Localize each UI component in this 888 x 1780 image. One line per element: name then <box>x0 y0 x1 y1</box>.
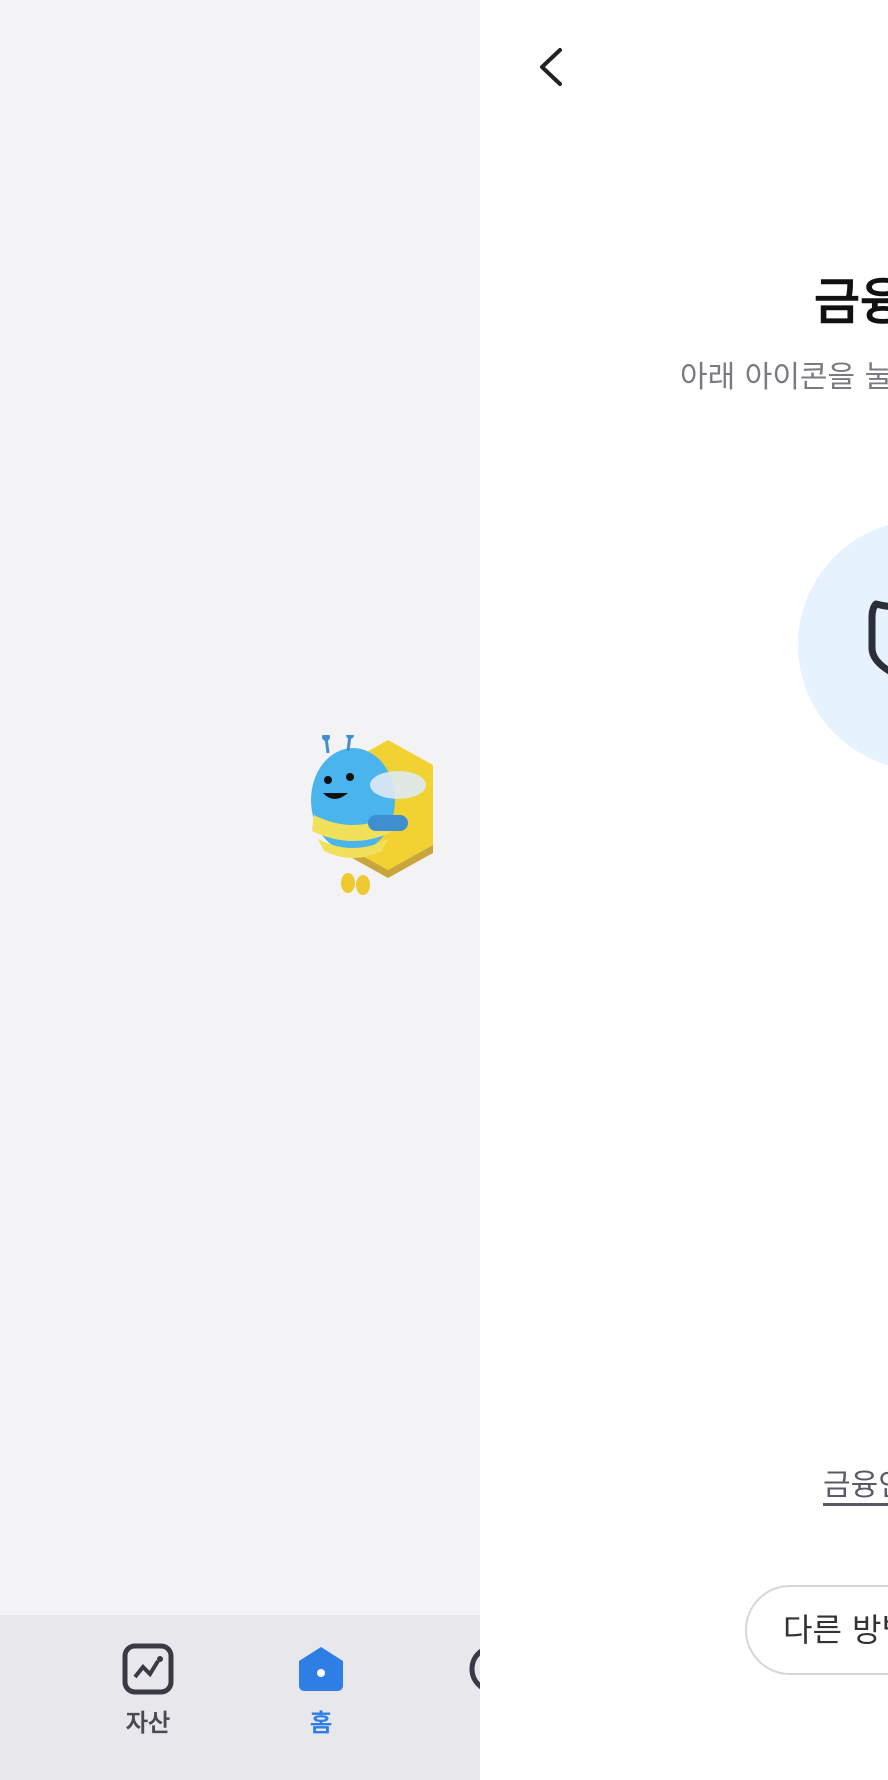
chart-icon <box>122 1643 174 1695</box>
tab-assets[interactable]: 자산 <box>88 1643 208 1738</box>
tab-assets-label: 자산 <box>125 1709 171 1737</box>
other-method-button[interactable]: 다른 방법 <box>745 1585 888 1675</box>
financial-cert-link[interactable]: 금융인 <box>823 1460 888 1504</box>
bee-mascot-image <box>311 735 433 895</box>
shield-icon <box>868 600 888 675</box>
tab-home[interactable]: 홈 <box>261 1643 381 1738</box>
tab-home-label: 홈 <box>309 1709 333 1737</box>
page-title: 금융 <box>814 273 888 331</box>
home-icon <box>299 1647 343 1691</box>
auth-panel: 금융 아래 아이콘을 눌 금융인 다른 방법 <box>480 0 888 1780</box>
page-subtitle: 아래 아이콘을 눌 <box>680 360 888 395</box>
back-arrow-icon[interactable] <box>528 42 578 92</box>
